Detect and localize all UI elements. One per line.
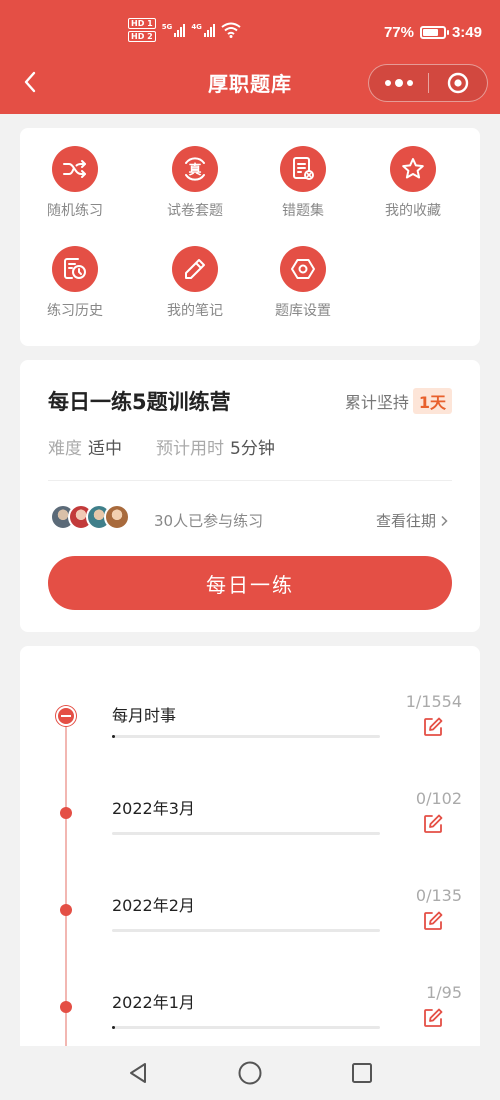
category-label: 每月时事 <box>112 706 177 725</box>
category-progress-fill <box>112 1026 115 1029</box>
hd-badges: HD 1 HD 2 <box>128 18 156 42</box>
feature-grid-card: 随机练习 真 试卷套题 错题集 我的收藏 练习历史 我的笔记 题库设置 <box>20 128 480 346</box>
network-5g-label: 5G <box>161 23 173 31</box>
category-progress-bar <box>112 735 380 738</box>
chevron-right-icon <box>441 515 448 526</box>
signal-5g-icon: 5G <box>162 23 186 37</box>
category-progress-bar <box>112 1026 380 1029</box>
category-label: 2022年2月 <box>112 896 195 915</box>
estimated-time-label: 预计用时 <box>156 439 224 459</box>
edit-icon[interactable] <box>422 910 444 932</box>
feature-label: 题库设置 <box>275 303 331 319</box>
more-dot-icon <box>384 80 391 86</box>
pencil-icon <box>172 246 218 292</box>
edit-icon[interactable] <box>422 716 444 738</box>
edit-icon[interactable] <box>422 1007 444 1029</box>
mini-program-capsule <box>368 64 488 102</box>
feature-label: 试卷套题 <box>167 203 223 219</box>
feature-label: 我的笔记 <box>167 303 223 319</box>
category-count: 1/1554 <box>405 692 462 711</box>
wifi-icon <box>221 22 241 38</box>
timeline-dot <box>60 807 72 819</box>
signal-4g-icon: 4G <box>191 23 215 37</box>
feature-my-favorites[interactable]: 我的收藏 <box>358 146 468 220</box>
feature-label: 随机练习 <box>47 203 103 219</box>
feature-exam-papers[interactable]: 真 试卷套题 <box>140 146 250 220</box>
nav-recents-button[interactable] <box>348 1059 376 1087</box>
participants-count: 30人已参与练习 <box>154 512 264 530</box>
settings-hexagon-icon <box>280 246 326 292</box>
shuffle-icon <box>52 146 98 192</box>
clock: 3:49 <box>451 24 482 41</box>
category-count: 1/95 <box>426 983 462 1002</box>
star-icon <box>390 146 436 192</box>
feature-label: 我的收藏 <box>385 203 441 219</box>
network-4g-label: 4G <box>191 23 202 31</box>
feature-practice-history[interactable]: 练习历史 <box>20 246 130 320</box>
category-progress-fill <box>112 735 115 738</box>
feature-random-practice[interactable]: 随机练习 <box>20 146 130 220</box>
category-label: 2022年1月 <box>112 993 195 1012</box>
participant-avatars <box>50 504 130 530</box>
more-dot-icon <box>394 79 403 87</box>
category-count: 0/135 <box>415 886 462 905</box>
status-bar: HD 1 HD 2 5G 4G 77% 3:49 <box>0 0 500 52</box>
view-past-link[interactable]: 查看往期 <box>376 510 448 531</box>
system-nav-bar <box>0 1046 500 1100</box>
history-icon <box>52 246 98 292</box>
difficulty-value: 适中 <box>88 439 122 459</box>
hd-badge-1: HD 1 <box>128 18 156 29</box>
feature-question-bank-settings[interactable]: 题库设置 <box>248 246 358 320</box>
status-right: 77% 3:49 <box>384 24 482 41</box>
daily-practice-button[interactable]: 每日一练 <box>48 556 452 610</box>
streak-days-badge: 1天 <box>412 388 452 414</box>
feature-wrong-questions[interactable]: 错题集 <box>248 146 358 220</box>
category-count: 0/102 <box>415 789 462 808</box>
header: 厚职题库 <box>0 52 500 114</box>
timeline-dot <box>60 904 72 916</box>
more-button[interactable] <box>369 65 428 101</box>
target-circle-icon <box>447 72 469 94</box>
category-progress-bar <box>112 832 380 835</box>
svg-text:真: 真 <box>188 162 201 178</box>
feature-label: 练习历史 <box>47 303 103 319</box>
streak: 累计坚持 1天 <box>345 388 452 414</box>
circle-home-icon <box>238 1061 262 1085</box>
feature-my-notes[interactable]: 我的笔记 <box>140 246 250 320</box>
divider <box>48 480 452 481</box>
status-left: HD 1 HD 2 5G 4G <box>128 18 241 42</box>
triangle-back-icon <box>130 1063 146 1083</box>
category-label: 2022年3月 <box>112 799 195 818</box>
collapse-icon[interactable] <box>56 706 76 726</box>
daily-practice-title: 每日一练5题训练营 <box>48 390 231 414</box>
estimated-time-value: 5分钟 <box>230 439 275 459</box>
streak-label: 累计坚持 <box>344 393 409 412</box>
category-row[interactable]: 2022年2月 0/135 <box>20 878 480 975</box>
nav-home-button[interactable] <box>236 1059 264 1087</box>
category-row[interactable]: 2022年3月 0/102 <box>20 781 480 878</box>
battery-icon <box>419 26 449 39</box>
practice-meta: 难度 适中 预计用时 5分钟 <box>48 434 275 459</box>
avatar <box>104 504 130 530</box>
more-dot-icon <box>406 80 413 86</box>
square-recents-icon <box>352 1063 372 1083</box>
category-row[interactable]: 每月时事 1/1554 <box>20 684 480 781</box>
exam-paper-icon: 真 <box>172 146 218 192</box>
timeline-dot <box>60 1001 72 1013</box>
daily-practice-card: 每日一练5题训练营 累计坚持 1天 难度 适中 预计用时 5分钟 30人已参与练… <box>20 360 480 632</box>
nav-back-button[interactable] <box>124 1059 152 1087</box>
battery-fill <box>422 29 438 36</box>
wrong-questions-icon <box>280 146 326 192</box>
hd-badge-2: HD 2 <box>128 31 156 42</box>
feature-label: 错题集 <box>282 203 324 219</box>
category-progress-bar <box>112 929 380 932</box>
battery-percent: 77% <box>383 24 414 41</box>
edit-icon[interactable] <box>422 813 444 835</box>
close-miniprogram-button[interactable] <box>429 65 487 101</box>
difficulty-label: 难度 <box>48 439 82 459</box>
category-list-card: 每月时事 1/1554 2022年3月 0/102 2022年2月 0/135 … <box>20 646 480 1100</box>
view-past-label: 查看往期 <box>375 512 436 530</box>
